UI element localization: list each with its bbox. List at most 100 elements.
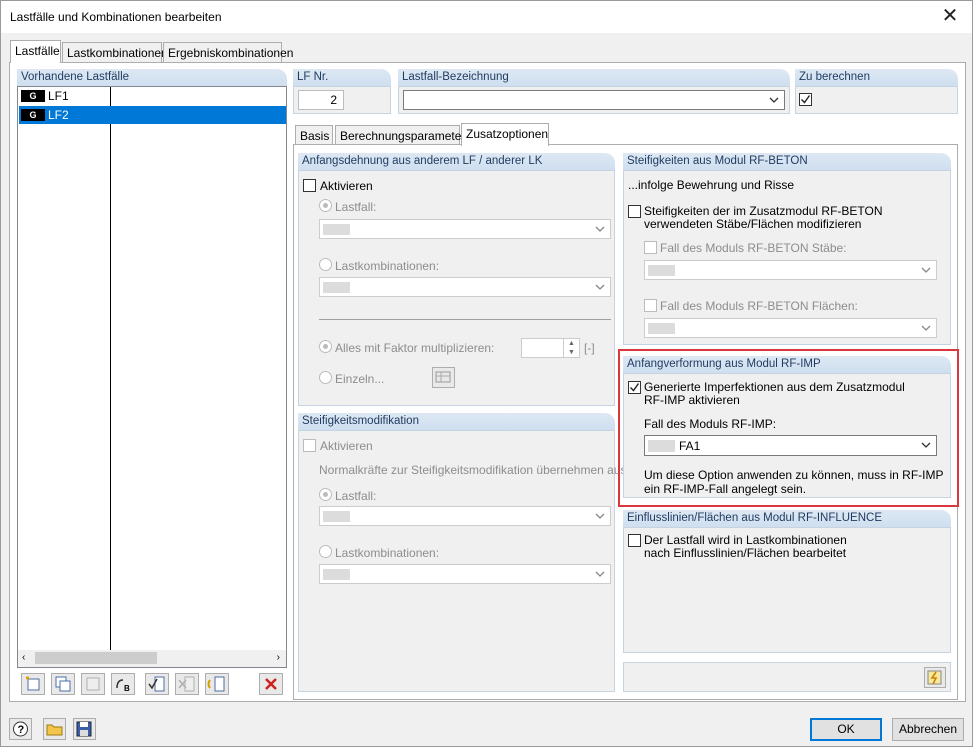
rf-beton-staebe-combo <box>644 260 937 280</box>
chevron-down-icon <box>595 226 605 232</box>
bezeichnung-combo[interactable] <box>403 90 785 110</box>
lf-nr-field[interactable]: 2 <box>298 90 344 110</box>
rf-influence-header-label: Einflusslinien/Flächen aus Modul RF-INFL… <box>627 512 883 524</box>
horizontal-scrollbar[interactable]: ‹ › <box>18 650 286 667</box>
list-item-selected[interactable]: G LF2 <box>19 106 286 124</box>
ok-button[interactable]: OK <box>810 718 882 741</box>
einzeln-label: Einzeln... <box>335 372 385 386</box>
rf-beton-check-label-2: verwendeten Stäbe/Flächen modifizieren <box>644 217 862 231</box>
rf-influence-header: Einflusslinien/Flächen aus Modul RF-INFL… <box>623 510 951 527</box>
tab-label: Lastkombinationen <box>67 46 168 60</box>
rf-beton-staebe-checkbox <box>644 241 657 254</box>
lightning-icon[interactable] <box>924 667 946 688</box>
chevron-down-icon[interactable] <box>768 94 780 106</box>
lastfall-radio <box>319 199 332 212</box>
tools-box <box>623 662 951 692</box>
zu-berechnen-box <box>795 86 958 114</box>
invert-selection-icon[interactable] <box>205 673 229 695</box>
tab-berechnungsparameter[interactable]: Berechnungsparameter <box>335 125 465 145</box>
svg-text:B: B <box>124 684 130 693</box>
title-bar: Lastfälle und Kombinationen bearbeiten ✕ <box>1 1 972 33</box>
help-icon[interactable]: ? <box>9 718 32 740</box>
renumber-icon <box>81 673 105 695</box>
lastfall-combo <box>319 219 611 239</box>
rf-beton-check-label-1: Steifigkeiten der im Zusatzmodul RF-BETO… <box>644 204 883 218</box>
lastkombinationen-label: Lastkombinationen: <box>335 259 440 273</box>
delete-icon[interactable] <box>259 673 283 695</box>
steif-lastkombinationen-label: Lastkombinationen: <box>335 546 440 560</box>
new-load-case-icon[interactable] <box>21 673 45 695</box>
anfangsdehnung-activate-checkbox[interactable] <box>303 179 316 192</box>
rf-influence-check-label-2: nach Einflusslinien/Flächen bearbeitet <box>644 546 847 560</box>
zu-berechnen-checkbox[interactable] <box>799 93 812 106</box>
chevron-down-icon <box>595 513 605 519</box>
tab-label: Lastfälle <box>15 44 60 58</box>
chevron-down-icon <box>921 325 931 331</box>
lf-nr-header-label: LF Nr. <box>297 71 329 83</box>
rf-beton-header: Steifigkeiten aus Modul RF-BETON <box>623 153 951 170</box>
chevron-down-icon <box>595 571 605 577</box>
scroll-right-icon[interactable]: › <box>277 652 280 663</box>
bezeichnung-header: Lastfall-Bezeichnung <box>398 69 790 86</box>
anfangsdehnung-box: Aktivieren Lastfall: Lastkombinationen: … <box>298 170 615 406</box>
spinner-icon: ▲ ▼ <box>563 339 579 357</box>
checkmark-icon <box>801 95 811 104</box>
rf-influence-box: Der Lastfall wird in Lastkombinationen n… <box>623 527 951 653</box>
zu-berechnen-header: Zu berechnen <box>795 69 958 86</box>
steifigkeitsmod-info: Normalkräfte zur Steifigkeitsmodifikatio… <box>319 463 630 477</box>
scroll-left-icon[interactable]: ‹ <box>22 652 25 663</box>
dialog-window: Lastfälle und Kombinationen bearbeiten ✕… <box>0 0 973 747</box>
steif-lastfall-combo <box>319 506 611 526</box>
svg-text:?: ? <box>18 724 25 736</box>
list-item[interactable]: G LF1 <box>19 87 286 105</box>
tab-lastfaelle[interactable]: Lastfälle <box>10 40 61 63</box>
rf-beton-header-label: Steifigkeiten aus Modul RF-BETON <box>627 155 808 167</box>
lf-nr-header: LF Nr. <box>293 69 391 86</box>
load-type-badge: G <box>21 90 45 102</box>
load-case-list[interactable]: G LF1 G LF2 ‹ › <box>17 86 287 668</box>
load-cases-header-label: Vorhandene Lastfälle <box>21 71 130 83</box>
load-type-badge: G <box>21 109 45 121</box>
close-icon[interactable]: ✕ <box>932 3 968 31</box>
save-icon[interactable] <box>73 718 96 740</box>
bezeichnung-box <box>398 86 790 114</box>
tab-ergebniskombinationen[interactable]: Ergebniskombinationen <box>163 42 293 62</box>
lastkombinationen-combo <box>319 277 611 297</box>
anfangsdehnung-header-label: Anfangsdehnung aus anderem LF / anderer … <box>302 155 543 167</box>
rf-influence-checkbox[interactable] <box>628 534 641 547</box>
tab-basis[interactable]: Basis <box>295 125 333 145</box>
steif-lastkombinationen-radio <box>319 545 332 558</box>
load-case-type-icon[interactable]: B <box>111 673 135 695</box>
rf-beton-flaechen-label: Fall des Moduls RF-BETON Flächen: <box>660 299 858 313</box>
steifigkeitsmod-activate-label: Aktivieren <box>320 439 373 453</box>
uncheck-all-icon <box>175 673 199 695</box>
edit-table-icon <box>432 367 455 388</box>
rf-beton-checkbox[interactable] <box>628 205 641 218</box>
steifigkeitsmod-header: Steifigkeitsmodifikation <box>298 413 615 430</box>
open-folder-icon[interactable] <box>43 718 66 740</box>
steifigkeitsmod-activate-checkbox <box>303 439 316 452</box>
anfangsdehnung-activate-label: Aktivieren <box>320 179 373 193</box>
rf-beton-flaechen-combo <box>644 318 937 338</box>
anfangsdehnung-header: Anfangsdehnung aus anderem LF / anderer … <box>298 153 615 170</box>
bezeichnung-header-label: Lastfall-Bezeichnung <box>402 71 509 83</box>
steifigkeitsmod-box: Aktivieren Normalkräfte zur Steifigkeits… <box>298 430 630 692</box>
zu-berechnen-header-label: Zu berechnen <box>799 71 870 83</box>
tab-label: Zusatzoptionen <box>466 127 549 141</box>
rf-influence-check-label-1: Der Lastfall wird in Lastkombinationen <box>644 533 847 547</box>
tab-zusatzoptionen[interactable]: Zusatzoptionen <box>461 123 549 146</box>
tab-lastkombinationen[interactable]: Lastkombinationen <box>62 42 168 62</box>
load-cases-header: Vorhandene Lastfälle <box>17 69 287 86</box>
faktor-label: Alles mit Faktor multiplizieren: <box>335 341 495 355</box>
load-case-label: LF1 <box>48 89 69 103</box>
lf-nr-box: 2 <box>293 86 391 114</box>
lastkombinationen-radio <box>319 258 332 271</box>
rf-beton-subtitle: ...infolge Bewehrung und Risse <box>628 178 795 192</box>
scrollbar-thumb[interactable] <box>35 652 157 664</box>
load-case-label: LF2 <box>48 108 69 122</box>
copy-load-case-icon[interactable] <box>51 673 75 695</box>
divider <box>319 319 611 320</box>
tab-label: Basis <box>300 129 330 143</box>
check-all-icon[interactable] <box>145 673 169 695</box>
cancel-button[interactable]: Abbrechen <box>892 718 964 741</box>
